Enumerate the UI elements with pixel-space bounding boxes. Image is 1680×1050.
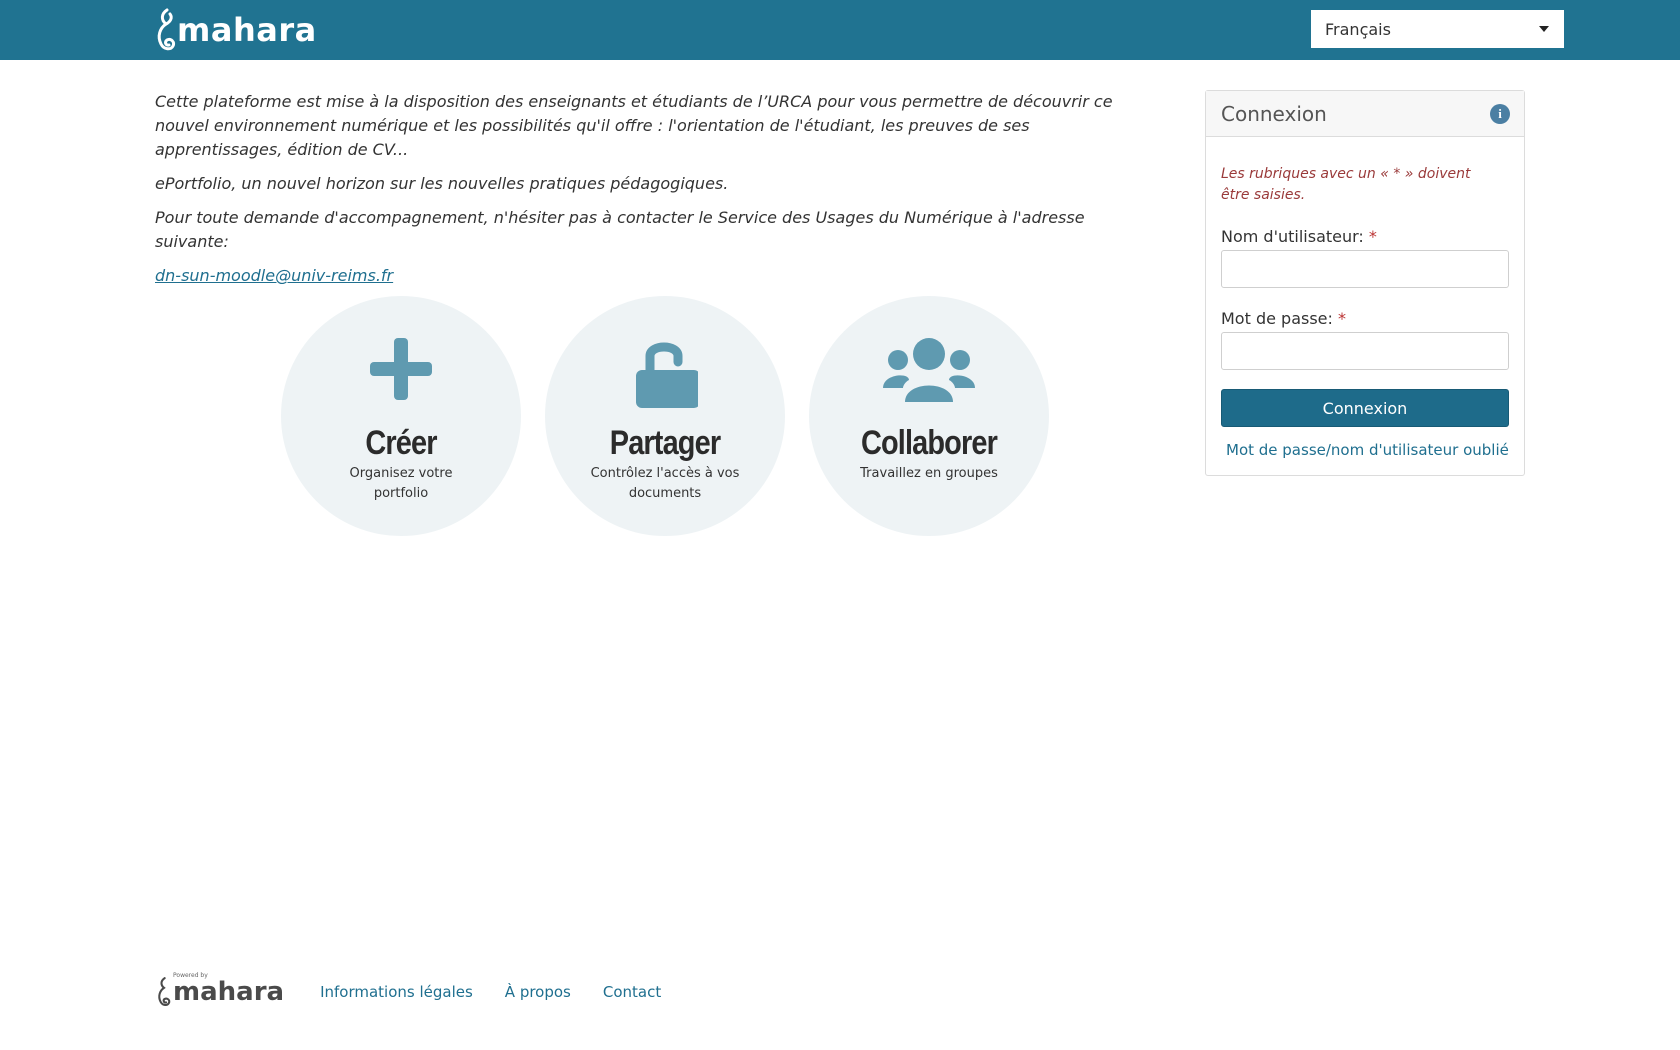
feature-share: Partager Contrôlez l'accès à vos documen… xyxy=(545,296,785,536)
feature-subtitle: Organisez votre portfolio xyxy=(349,466,453,501)
password-input[interactable] xyxy=(1221,332,1509,370)
password-label: Mot de passe: * xyxy=(1221,309,1346,328)
intro-paragraph: Pour toute demande d'accompagnement, n'h… xyxy=(155,208,1085,251)
login-button[interactable]: Connexion xyxy=(1221,389,1509,427)
login-panel-header: Connexion i xyxy=(1206,91,1524,137)
site-footer: Powered by mahara Informations légales À… xyxy=(155,970,693,1014)
site-header: mahara Français xyxy=(0,0,1680,60)
footer-logo-text: mahara xyxy=(173,977,285,1007)
feature-create: Créer Organisez votre portfolio xyxy=(281,296,521,536)
login-panel: Connexion i Les rubriques avec un « * » … xyxy=(1205,90,1525,476)
info-icon[interactable]: i xyxy=(1490,104,1510,124)
username-input[interactable] xyxy=(1221,250,1509,288)
forgot-password-link[interactable]: Mot de passe/nom d'utilisateur oublié xyxy=(1226,441,1509,459)
required-star: * xyxy=(1338,309,1346,328)
logo-text: mahara xyxy=(177,11,317,49)
language-select[interactable]: Français xyxy=(1311,10,1564,48)
footer-link-legal[interactable]: Informations légales xyxy=(320,983,473,1001)
intro-paragraph: ePortfolio, un nouvel horizon sur les no… xyxy=(155,174,729,193)
mahara-logo-mark-icon xyxy=(158,977,171,1007)
feature-collaborate: Collaborer Travaillez en groupes xyxy=(809,296,1049,536)
caret-down-icon xyxy=(1539,26,1549,32)
users-icon xyxy=(883,338,975,402)
mahara-logo[interactable]: mahara xyxy=(153,6,317,54)
language-select-value: Français xyxy=(1325,19,1391,39)
login-title: Connexion xyxy=(1221,101,1327,126)
feature-title: Collaborer xyxy=(860,424,998,462)
feature-subtitle: Travaillez en groupes xyxy=(860,466,998,481)
footer-link-contact[interactable]: Contact xyxy=(603,983,661,1001)
mahara-logo-mark-icon xyxy=(157,8,175,51)
plus-icon xyxy=(370,338,432,400)
intro-text: Cette plateforme est mise à la dispositi… xyxy=(155,90,1145,298)
feature-title: Créer xyxy=(365,424,437,462)
feature-subtitle: Contrôlez l'accès à vos documents xyxy=(590,466,740,501)
contact-email-link[interactable]: dn-sun-moodle@univ-reims.fr xyxy=(155,266,393,285)
username-label: Nom d'utilisateur: * xyxy=(1221,227,1377,246)
required-star: * xyxy=(1368,227,1377,246)
powered-by-mahara-logo[interactable]: Powered by mahara xyxy=(155,972,285,1010)
powered-by-text: Powered by xyxy=(173,972,208,979)
unlock-icon xyxy=(636,342,698,408)
required-fields-note: Les rubriques avec un « * » doivent être… xyxy=(1221,166,1471,203)
intro-paragraph: Cette plateforme est mise à la dispositi… xyxy=(155,92,1113,159)
footer-link-about[interactable]: À propos xyxy=(505,983,571,1001)
feature-title: Partager xyxy=(609,424,721,462)
